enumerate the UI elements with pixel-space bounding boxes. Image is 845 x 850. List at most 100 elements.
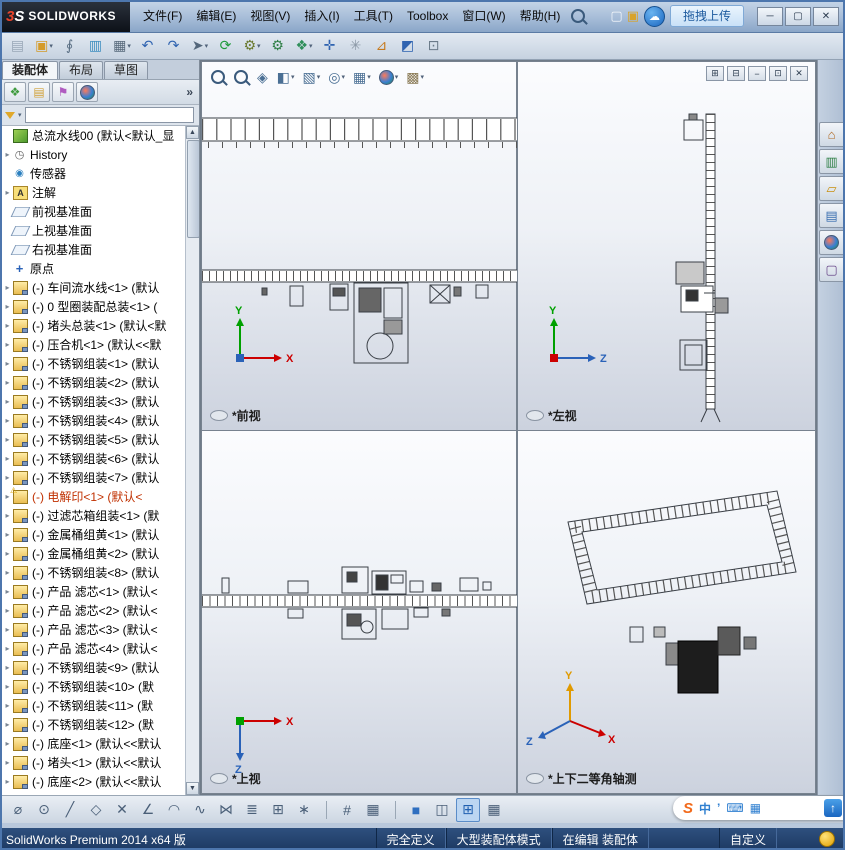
search-pin-icon[interactable] [571,9,586,23]
trim-tool-icon[interactable]: ✕ [110,798,134,822]
redo-icon[interactable]: ↷ [162,34,186,58]
columns-icon[interactable]: ▥ [84,34,108,58]
four-view-button[interactable]: ⊞ [456,797,480,822]
expand-arrow-icon[interactable]: ▸ [3,777,12,786]
appearance-icon[interactable]: ▾ [378,69,398,85]
expand-arrow-icon[interactable]: ▸ [3,530,12,539]
customize-button[interactable]: 自定义 [718,828,777,850]
gears-icon[interactable]: ⚙ [266,34,290,58]
appearances-icon[interactable] [818,230,845,255]
expand-arrow-icon[interactable]: ▸ [3,340,12,349]
polygon-tool-icon[interactable]: ◇ [84,798,108,822]
expand-arrow-icon[interactable]: ▸ [3,454,12,463]
menu-item[interactable]: Toolbox [400,0,455,32]
viewport-tile-icon[interactable]: ⊞ [706,66,724,81]
view-orientation-icon[interactable]: ▦ ▾ [353,69,371,86]
display-style-icon[interactable]: ▧ ▾ [303,69,321,86]
single-view-button[interactable]: ■ [404,798,428,822]
insert-component-icon[interactable]: ❖ ▾ [292,34,316,58]
paperclip-icon[interactable]: ∮ [58,34,82,58]
tree-item[interactable]: ▸ (-) 产品 滤芯<3> (默认< [0,620,186,639]
viewport-restore-icon[interactable]: ⊡ [769,66,787,81]
close-button[interactable]: ✕ [813,6,839,26]
section-view-icon[interactable]: ◧ ▾ [277,69,295,86]
ime-up-icon[interactable]: ↑ [824,799,842,817]
expand-arrow-icon[interactable]: ▸ [3,397,12,406]
section-icon[interactable]: ◩ [396,34,420,58]
tree-item[interactable]: ▸ (-) 不锈钢组装<3> (默认 [0,392,186,411]
viewport-isometric[interactable]: Y X Z *上下二等角轴测 [517,430,816,794]
folder-icon[interactable]: ▱ [818,176,845,201]
ime-toolbox-icon[interactable]: ▦ [750,801,761,815]
expand-arrow-icon[interactable]: ▸ [3,625,12,634]
tree-scrollbar[interactable]: ▲ ▼ [185,126,199,795]
expand-arrow-icon[interactable]: ▸ [3,758,12,767]
status-help-icon[interactable] [819,831,835,847]
expand-arrow-icon[interactable]: ▸ [3,644,12,653]
maximize-button[interactable]: ▢ [785,6,811,26]
tree-item[interactable]: ▸ (-) 不锈钢组装<9> (默认 [0,658,186,677]
previous-view-icon[interactable]: ◈ [257,69,269,86]
tree-item[interactable]: ▸ (-) 底座<2> (默认<<默认 [0,772,186,791]
screenshot-icon[interactable]: ⊡ [422,34,446,58]
viewport-cascade-icon[interactable]: ⊟ [727,66,745,81]
tree-item[interactable]: ▸ (-) 不锈钢组装<8> (默认 [0,563,186,582]
print-icon[interactable]: ▦ ▾ [110,34,134,58]
tree-item[interactable]: ▸ (-) 电解印<1> (默认< [0,487,186,506]
circle-tool-icon[interactable]: ⊙ [32,798,56,822]
pattern-tool-icon[interactable]: ⊞ [266,798,290,822]
arc-tool-icon[interactable]: ◠ [162,798,186,822]
tree-item[interactable]: ▸ (-) 0 型圈装配总装<1> ( [0,297,186,316]
tree-item[interactable]: ▸ (-) 不锈钢组装<2> (默认 [0,373,186,392]
expand-arrow-icon[interactable]: ▸ [3,682,12,691]
tab-assembly[interactable]: 装配体 [2,61,59,79]
menu-item[interactable]: 文件(F) [136,0,189,32]
properties-icon[interactable]: ▤ [6,34,30,58]
expand-arrow-icon[interactable]: ▸ [3,568,12,577]
tree-item[interactable]: ▸ (-) 不锈钢组装<4> (默认 [0,411,186,430]
expand-arrow-icon[interactable]: ▸ [3,473,12,482]
grid-settings-icon[interactable]: ▦ [361,798,385,822]
angle-tool-icon[interactable]: ∠ [136,798,160,822]
design-library-icon[interactable]: ▤ [818,203,845,228]
home-icon[interactable]: ⌂ [818,122,845,147]
tree-item[interactable]: ▸ (-) 产品 滤芯<2> (默认< [0,601,186,620]
expand-arrow-icon[interactable]: ▸ [3,359,12,368]
minimize-button[interactable]: ─ [757,6,783,26]
upload-button[interactable]: 拖拽上传 [669,5,744,27]
scene-icon[interactable]: ▩ ▾ [406,69,424,86]
expand-arrow-icon[interactable]: ▸ [3,416,12,425]
expand-arrow-icon[interactable]: ▸ [3,606,12,615]
tree-item[interactable]: ▸ (-) 不锈钢组装<5> (默认 [0,430,186,449]
rebuild-icon[interactable]: ⟳ [214,34,238,58]
tree-item[interactable]: ▸ (-) 金属桶组黄<1> (默认 [0,525,186,544]
expand-arrow-icon[interactable]: ▸ [3,188,12,197]
measure-icon[interactable]: ⊿ [370,34,394,58]
ime-punct-icon[interactable]: ’ [717,801,720,815]
tree-item[interactable]: 总流水线00 (默认<默认_显 [0,126,186,145]
mirror-tool-icon[interactable]: ⋈ [214,798,238,822]
snap-grid-icon[interactable]: # [335,798,359,822]
expand-arrow-icon[interactable]: ▸ [3,663,12,672]
sogou-logo-icon[interactable]: S [683,800,693,817]
stats-icon[interactable]: ▥ [818,149,845,174]
ime-lang-icon[interactable]: 中 [699,800,711,817]
menu-item[interactable]: 帮助(H) [513,0,568,32]
custom-properties-icon[interactable]: ▢ [818,257,845,282]
tree-item[interactable]: ▸ (-) 不锈钢组装<10> (默 [0,677,186,696]
expand-arrow-icon[interactable]: ▸ [3,321,12,330]
tree-item[interactable]: ▸ (-) 不锈钢组装<7> (默认 [0,468,186,487]
filter-icon[interactable] [5,111,15,119]
tree-item[interactable]: ▸ (-) 堵头总装<1> (默认<默 [0,316,186,335]
scroll-thumb[interactable] [187,140,199,238]
smart-dimension-icon[interactable]: ⌀ [6,798,30,822]
upload-app-icon[interactable]: ☁ [643,5,665,27]
tree-item[interactable]: ▸ (-) 压合机<1> (默认<<默 [0,335,186,354]
displaymanager-tab-icon[interactable] [76,82,98,102]
zoom-fit-icon[interactable] [211,70,226,84]
tree-item[interactable]: ▸ (-) 不锈钢组装<12> (默 [0,715,186,734]
tree-item[interactable]: ▸ (-) 产品 滤芯<4> (默认< [0,639,186,658]
menu-item[interactable]: 工具(T) [347,0,400,32]
tree-item[interactable]: ▸ (-) 金属桶组黄<2> (默认 [0,544,186,563]
tree-item[interactable]: ▸ History [0,145,186,164]
